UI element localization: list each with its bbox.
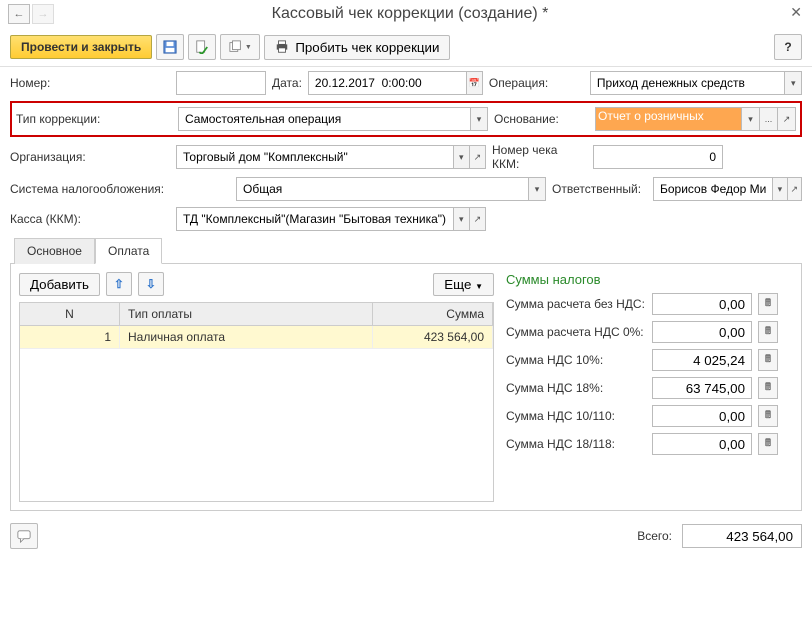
kkm-label: Касса (ККМ): (10, 212, 170, 226)
window-title: Кассовый чек коррекции (создание) * (56, 5, 804, 23)
tax-system-dropdown[interactable]: ▾ (528, 178, 545, 200)
save-button[interactable] (156, 34, 184, 60)
date-label: Дата: (272, 76, 302, 90)
calc-button-0[interactable]: 🖩 (758, 293, 778, 315)
tax-label-2: Сумма НДС 10%: (506, 353, 646, 367)
date-input[interactable] (309, 72, 466, 94)
number-label: Номер: (10, 76, 170, 90)
responsible-label: Ответственный: (552, 182, 647, 196)
correction-type-label: Тип коррекции: (16, 112, 172, 126)
tax-system-label: Система налогообложения: (10, 182, 170, 196)
col-type[interactable]: Тип оплаты (120, 303, 373, 325)
printer-icon (275, 40, 289, 54)
more-button[interactable]: Еще ▼ (433, 273, 494, 296)
total-label: Всего: (637, 529, 672, 543)
tax-input-2[interactable] (652, 349, 752, 371)
calc-button-5[interactable]: 🖩 (758, 433, 778, 455)
total-value[interactable] (682, 524, 802, 548)
tax-input-5[interactable] (652, 433, 752, 455)
correction-type-dropdown[interactable]: ▾ (470, 108, 487, 130)
basis-input[interactable]: Отчет о розничных (596, 108, 741, 130)
kkm-input[interactable] (177, 208, 453, 230)
add-row-button[interactable]: Добавить (19, 273, 100, 296)
post-button[interactable] (188, 34, 216, 60)
tax-input-3[interactable] (652, 377, 752, 399)
kkm-open[interactable]: ↗ (469, 208, 485, 230)
basis-select[interactable]: ... (759, 108, 777, 130)
organization-label: Организация: (10, 150, 170, 164)
diskette-icon (163, 40, 177, 54)
responsible-input[interactable] (654, 178, 772, 200)
col-sum[interactable]: Сумма (373, 303, 493, 325)
tax-label-3: Сумма НДС 18%: (506, 381, 646, 395)
tab-main[interactable]: Основное (14, 238, 95, 264)
calc-button-4[interactable]: 🖩 (758, 405, 778, 427)
basis-label: Основание: (494, 112, 589, 126)
payment-table: N Тип оплаты Сумма 1 Наличная оплата 423… (19, 302, 494, 502)
print-correction-button[interactable]: Пробить чек коррекции (264, 35, 450, 60)
cell-type: Наличная оплата (120, 326, 373, 348)
chat-icon (17, 529, 31, 543)
calc-button-2[interactable]: 🖩 (758, 349, 778, 371)
cell-n: 1 (20, 326, 120, 348)
number-input[interactable] (177, 72, 265, 94)
operation-label: Операция: (489, 76, 584, 90)
nav-back-button[interactable]: ← (8, 4, 30, 24)
receipt-number-input[interactable] (594, 146, 722, 168)
calc-button-1[interactable]: 🖩 (758, 321, 778, 343)
comment-button[interactable] (10, 523, 38, 549)
responsible-dropdown[interactable]: ▾ (772, 178, 786, 200)
calc-button-3[interactable]: 🖩 (758, 377, 778, 399)
tax-input-0[interactable] (652, 293, 752, 315)
col-n[interactable]: N (20, 303, 120, 325)
help-button[interactable]: ? (774, 34, 802, 60)
responsible-open[interactable]: ↗ (787, 178, 801, 200)
close-icon[interactable]: ✕ (790, 4, 802, 21)
table-row[interactable]: 1 Наличная оплата 423 564,00 (20, 326, 493, 349)
basis-open[interactable]: ↗ (777, 108, 795, 130)
taxes-title: Суммы налогов (506, 272, 793, 287)
move-up-button[interactable]: ⇧ (106, 272, 132, 296)
organization-dropdown[interactable]: ▾ (453, 146, 469, 168)
correction-type-input[interactable] (179, 108, 470, 130)
calendar-icon[interactable]: 📅 (466, 72, 482, 94)
related-button[interactable]: ▼ (220, 34, 260, 60)
tab-payment[interactable]: Оплата (95, 238, 162, 264)
tax-label-5: Сумма НДС 18/118: (506, 437, 646, 451)
basis-dropdown[interactable]: ▾ (741, 108, 759, 130)
correction-type-row: Тип коррекции: ▾ Основание: Отчет о розн… (10, 101, 802, 137)
move-down-button[interactable]: ⇩ (138, 272, 164, 296)
tax-label-4: Сумма НДС 10/110: (506, 409, 646, 423)
cell-sum: 423 564,00 (373, 326, 493, 348)
tax-label-1: Сумма расчета НДС 0%: (506, 325, 646, 339)
post-and-close-button[interactable]: Провести и закрыть (10, 35, 152, 59)
receipt-number-label: Номер чека ККМ: (492, 143, 587, 171)
nav-forward-button[interactable]: → (32, 4, 54, 24)
operation-dropdown[interactable]: ▾ (784, 72, 801, 94)
tax-input-4[interactable] (652, 405, 752, 427)
tax-system-input[interactable] (237, 178, 528, 200)
tax-input-1[interactable] (652, 321, 752, 343)
chevron-down-icon: ▼ (245, 44, 252, 51)
organization-open[interactable]: ↗ (469, 146, 485, 168)
document-check-icon (195, 40, 209, 54)
stack-icon (229, 40, 243, 54)
organization-input[interactable] (177, 146, 453, 168)
tax-label-0: Сумма расчета без НДС: (506, 297, 646, 311)
kkm-dropdown[interactable]: ▾ (453, 208, 469, 230)
operation-input[interactable] (591, 72, 785, 94)
print-correction-label: Пробить чек коррекции (295, 40, 439, 55)
